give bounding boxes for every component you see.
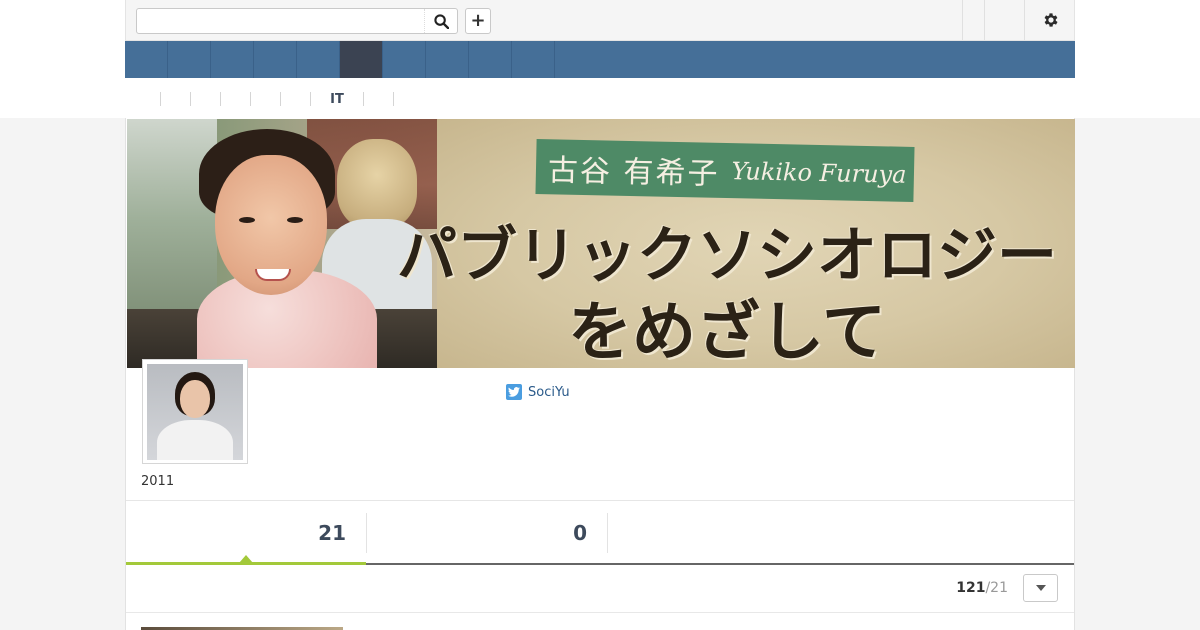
section-divider: [126, 612, 1074, 613]
subnav-item[interactable]: [161, 91, 190, 107]
search-box: [136, 8, 458, 34]
pagination: 121 /21: [956, 573, 1058, 603]
global-header: +: [125, 0, 1075, 41]
nav-tab[interactable]: [297, 41, 340, 78]
joined-year: 2011: [141, 474, 175, 489]
nav-tab[interactable]: [383, 41, 426, 78]
banner-title-line2: をめざして: [567, 295, 887, 368]
nav-tab[interactable]: [426, 41, 469, 78]
subnav-item[interactable]: [251, 91, 280, 107]
search-icon: [433, 13, 449, 29]
header-menu-item[interactable]: [985, 0, 1024, 40]
subnav-item[interactable]: [364, 91, 393, 107]
subnav-item[interactable]: [125, 91, 160, 107]
search-input[interactable]: [137, 9, 425, 33]
banner-name-plate: 古谷 有希子 Yukiko Furuya: [535, 139, 915, 202]
nav-tab[interactable]: [469, 41, 512, 78]
nav-tab[interactable]: [254, 41, 297, 78]
tab-entries[interactable]: 21: [126, 501, 366, 563]
header-divider: [1024, 0, 1025, 40]
search-button[interactable]: [424, 9, 457, 33]
subnav-item[interactable]: [281, 91, 310, 107]
blog-header-banner[interactable]: 古谷 有希子 Yukiko Furuya パブリックソシオロジー をめざして: [127, 119, 1075, 368]
avatar-photo: [147, 364, 243, 460]
nav-tab-active[interactable]: [340, 41, 383, 78]
settings-button[interactable]: [1040, 9, 1062, 31]
avatar-face: [180, 380, 210, 418]
add-button[interactable]: +: [465, 8, 491, 34]
nav-tab[interactable]: [211, 41, 254, 78]
subnav-item-it[interactable]: IT: [311, 91, 363, 107]
tab-active-arrow: [239, 555, 253, 563]
tab-divider: [607, 513, 608, 553]
banner-eye: [239, 217, 255, 223]
gear-icon: [1044, 13, 1058, 27]
banner-eye: [287, 217, 303, 223]
twitter-link[interactable]: SociYu: [506, 384, 570, 400]
blog-panel: 古谷 有希子 Yukiko Furuya パブリックソシオロジー をめざして S…: [125, 118, 1075, 630]
subnav-item[interactable]: [221, 91, 250, 107]
tab-second-count: 0: [573, 521, 587, 545]
page-select[interactable]: [1023, 574, 1058, 602]
header-menu-item[interactable]: [963, 0, 983, 40]
page-total: /21: [985, 580, 1008, 596]
subnav-item[interactable]: [191, 91, 220, 107]
tab-second[interactable]: 0: [367, 501, 607, 563]
profile-avatar[interactable]: [142, 359, 248, 464]
avatar-body: [157, 420, 233, 460]
banner-name-jp: 古谷 有希子: [547, 152, 720, 192]
tab-entries-count: 21: [318, 521, 346, 545]
nav-tab[interactable]: [168, 41, 211, 78]
nav-tab[interactable]: [125, 41, 168, 78]
page-current: 121: [956, 580, 986, 596]
banner-name-en: Yukiko Furuya: [731, 156, 907, 189]
subnav-divider: [393, 92, 394, 106]
sub-nav: IT: [125, 88, 394, 110]
twitter-icon: [506, 384, 522, 400]
twitter-handle: SociYu: [528, 384, 570, 400]
caret-down-icon: [1035, 585, 1046, 591]
category-nav: [125, 41, 1075, 78]
nav-tab[interactable]: [512, 41, 555, 78]
